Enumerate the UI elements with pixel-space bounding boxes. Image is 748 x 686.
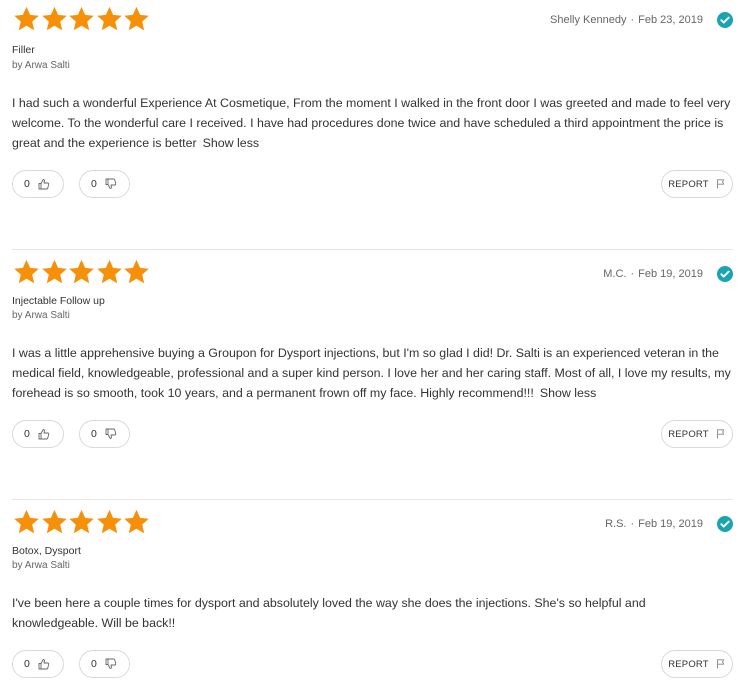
upvote-button[interactable]: 0 xyxy=(12,420,64,448)
meta-separator: · xyxy=(630,268,635,280)
review-date: Feb 19, 2019 xyxy=(638,268,703,280)
review-provider: by Arwa Salti xyxy=(12,310,70,321)
star-icon xyxy=(124,509,149,534)
review-provider: by Arwa Salti xyxy=(12,60,70,71)
star-icon xyxy=(41,6,67,31)
downvote-button[interactable]: 0 xyxy=(79,420,130,448)
review-body: I had such a wonderful Experience At Cos… xyxy=(12,93,733,153)
star-icon xyxy=(69,259,94,284)
downvote-count: 0 xyxy=(91,178,97,190)
thumbs-up-icon xyxy=(38,179,50,190)
upvote-count: 0 xyxy=(24,428,30,440)
report-button[interactable]: REPORT xyxy=(661,420,733,448)
report-label: REPORT xyxy=(668,658,709,670)
thumbs-down-icon xyxy=(105,428,117,439)
upvote-button[interactable]: 0 xyxy=(12,170,64,198)
report-button[interactable]: REPORT xyxy=(661,170,733,198)
review-author: M.C. xyxy=(603,268,627,280)
review-meta: Shelly Kennedy · Feb 23, 2019 xyxy=(550,11,733,29)
review-body: I was a little apprehensive buying a Gro… xyxy=(12,343,733,403)
meta-separator: · xyxy=(630,518,635,530)
review-text: I've been here a couple times for dyspor… xyxy=(12,596,646,630)
thumbs-down-icon xyxy=(105,178,117,189)
review-text: I had such a wonderful Experience At Cos… xyxy=(12,96,731,150)
review-provider: by Arwa Salti xyxy=(12,560,70,571)
downvote-count: 0 xyxy=(91,428,97,440)
star-icon xyxy=(96,259,122,284)
flag-icon xyxy=(716,659,724,669)
star-icon xyxy=(124,6,149,31)
review-meta: M.C. · Feb 19, 2019 xyxy=(603,265,733,283)
review-meta: R.S. · Feb 19, 2019 xyxy=(605,515,733,533)
review-service: Filler xyxy=(12,44,35,56)
star-icon xyxy=(41,259,67,284)
flag-icon xyxy=(716,179,724,189)
downvote-count: 0 xyxy=(91,658,97,670)
reviews-list: Shelly Kennedy · Feb 23, 2019 Filler by … xyxy=(0,0,748,686)
star-icon xyxy=(14,509,39,534)
flag-icon xyxy=(716,429,724,439)
report-label: REPORT xyxy=(668,428,709,440)
star-icon xyxy=(96,6,122,31)
thumbs-down-icon xyxy=(105,658,117,669)
review-service: Injectable Follow up xyxy=(12,295,105,307)
review-card: M.C. · Feb 19, 2019 Injectable Follow up… xyxy=(12,250,733,500)
report-label: REPORT xyxy=(668,178,709,190)
star-icon xyxy=(96,509,122,534)
downvote-button[interactable]: 0 xyxy=(79,650,130,678)
review-card: R.S. · Feb 19, 2019 Botox, Dysport by Ar… xyxy=(12,500,733,686)
star-icon xyxy=(69,509,94,534)
upvote-count: 0 xyxy=(24,178,30,190)
star-icon xyxy=(41,509,67,534)
report-button[interactable]: REPORT xyxy=(661,650,733,678)
check-circle-icon xyxy=(717,12,733,28)
review-author: R.S. xyxy=(605,518,627,530)
star-icon xyxy=(14,6,39,31)
upvote-count: 0 xyxy=(24,658,30,670)
review-date: Feb 23, 2019 xyxy=(638,14,703,26)
star-icon xyxy=(14,259,39,284)
show-less-link[interactable]: Show less xyxy=(540,386,596,400)
review-service: Botox, Dysport xyxy=(12,545,81,557)
upvote-button[interactable]: 0 xyxy=(12,650,64,678)
star-rating xyxy=(12,258,150,286)
star-rating xyxy=(12,508,150,536)
thumbs-up-icon xyxy=(38,659,50,670)
review-author: Shelly Kennedy xyxy=(550,14,627,26)
check-circle-icon xyxy=(717,516,733,532)
star-rating xyxy=(12,5,150,33)
review-text: I was a little apprehensive buying a Gro… xyxy=(12,346,731,400)
check-circle-icon xyxy=(717,266,733,282)
star-icon xyxy=(124,259,149,284)
review-body: I've been here a couple times for dyspor… xyxy=(12,593,733,633)
meta-separator: · xyxy=(630,14,635,26)
downvote-button[interactable]: 0 xyxy=(79,170,130,198)
review-card: Shelly Kennedy · Feb 23, 2019 Filler by … xyxy=(12,0,733,250)
show-less-link[interactable]: Show less xyxy=(203,136,259,150)
star-icon xyxy=(69,6,94,31)
thumbs-up-icon xyxy=(38,429,50,440)
review-date: Feb 19, 2019 xyxy=(638,518,703,530)
